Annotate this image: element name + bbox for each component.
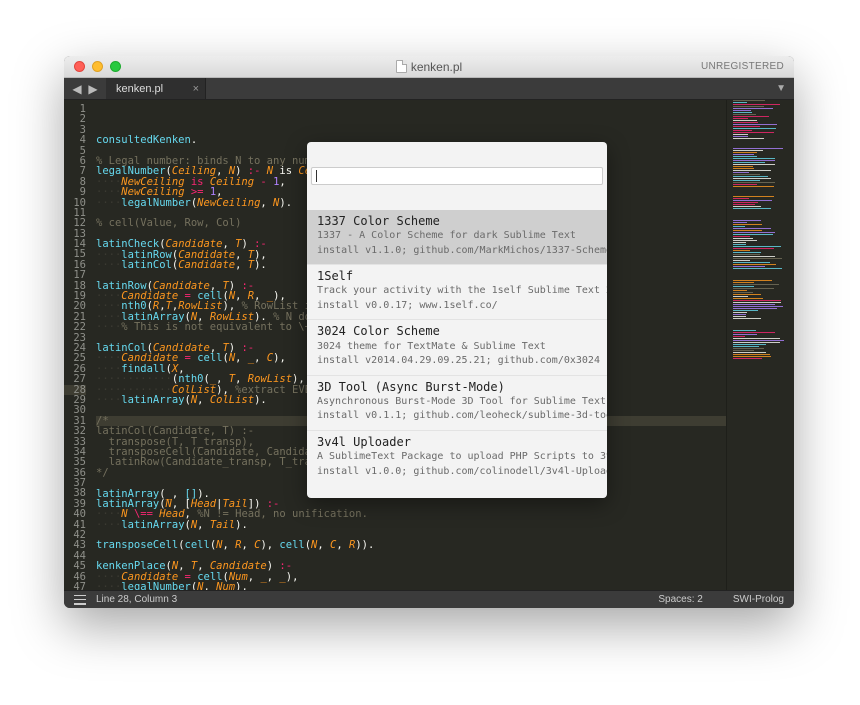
window-controls (74, 61, 121, 72)
unregistered-label: UNREGISTERED (701, 61, 784, 72)
minimize-window-button[interactable] (92, 61, 103, 72)
code-line[interactable]: ····legalNumber(N, Num), (96, 582, 726, 590)
palette-result-list: 1337 Color Scheme 1337 - A Color Scheme f… (307, 210, 607, 478)
code-line[interactable]: ····latinArray(N, Tail). (96, 520, 726, 530)
titlebar: kenken.pl UNREGISTERED (64, 56, 794, 78)
file-icon (396, 60, 407, 73)
palette-item-title: 3v4l Uploader (317, 437, 597, 447)
palette-item-install: install v2014.04.29.09.25.21; github.com… (317, 356, 597, 366)
palette-item-title: 3D Tool (Async Burst-Mode) (317, 382, 597, 392)
palette-item[interactable]: 3D Tool (Async Burst-Mode) Asynchronous B… (307, 376, 607, 431)
palette-item[interactable]: 3024 Color Scheme 3024 theme for TextMate… (307, 320, 607, 375)
text-caret (316, 170, 317, 182)
palette-item[interactable]: 3v4l Uploader A SublimeText Package to up… (307, 431, 607, 478)
palette-item-subtitle: A SublimeText Package to upload PHP Scri… (317, 450, 597, 464)
line-number: 9 (64, 187, 86, 197)
close-icon[interactable]: × (193, 83, 199, 95)
palette-item[interactable]: 1337 Color Scheme 1337 - A Color Scheme f… (307, 210, 607, 265)
line-number-gutter: 1234567891011121314151617181920212223242… (64, 100, 92, 590)
palette-item[interactable]: 1Self Track your activity with the 1self … (307, 265, 607, 320)
line-number: 32 (64, 426, 86, 436)
tab-dropdown-icon[interactable]: ▼ (776, 83, 786, 94)
indentation-indicator[interactable]: Spaces: 2 (658, 594, 702, 605)
palette-item-subtitle: Asynchronous Burst-Mode 3D Tool for Subl… (317, 395, 597, 409)
status-bar: Line 28, Column 3 Spaces: 2 SWI-Prolog (64, 590, 794, 608)
editor-area: 1234567891011121314151617181920212223242… (64, 100, 794, 590)
tab-label: kenken.pl (116, 83, 163, 95)
nav-back-button[interactable]: ◀ (70, 82, 84, 96)
syntax-indicator[interactable]: SWI-Prolog (733, 594, 784, 605)
line-number: 47 (64, 582, 86, 590)
nav-arrows: ◀ ▶ (64, 82, 106, 96)
panel-switcher-icon[interactable] (74, 595, 86, 605)
window-title-text: kenken.pl (411, 60, 462, 74)
palette-item-title: 1Self (317, 271, 597, 281)
zoom-window-button[interactable] (110, 61, 121, 72)
palette-item-title: 3024 Color Scheme (317, 326, 597, 336)
cursor-position[interactable]: Line 28, Column 3 (96, 594, 177, 605)
minimap[interactable] (726, 100, 794, 590)
palette-item-subtitle: Track your activity with the 1self Subli… (317, 284, 597, 298)
palette-item-subtitle: 1337 - A Color Scheme for dark Sublime T… (317, 229, 597, 243)
line-number: 4 (64, 135, 86, 145)
palette-item-install: install v1.1.0; github.com/MarkMichos/13… (317, 246, 597, 256)
palette-item-install: install v0.0.17; www.1self.co/ (317, 301, 597, 311)
palette-item-install: install v1.0.0; github.com/colinodell/3v… (317, 467, 597, 477)
window-title: kenken.pl (64, 60, 794, 74)
palette-item-subtitle: 3024 theme for TextMate & Sublime Text (317, 340, 597, 354)
code-editor[interactable]: 1337 Color Scheme 1337 - A Color Scheme f… (92, 100, 726, 590)
nav-forward-button[interactable]: ▶ (86, 82, 100, 96)
palette-item-title: 1337 Color Scheme (317, 216, 597, 226)
close-window-button[interactable] (74, 61, 85, 72)
tabbar: ◀ ▶ kenken.pl × ▼ (64, 78, 794, 100)
editor-window: kenken.pl UNREGISTERED ◀ ▶ kenken.pl × ▼… (64, 56, 794, 608)
line-number: 27 (64, 374, 86, 384)
tab-file[interactable]: kenken.pl × (106, 78, 206, 99)
code-line[interactable]: transposeCell(cell(N, R, C), cell(N, C, … (96, 540, 726, 550)
palette-item-install: install v0.1.1; github.com/leoheck/subli… (317, 411, 597, 421)
palette-search-input[interactable] (311, 167, 603, 185)
command-palette: 1337 Color Scheme 1337 - A Color Scheme f… (307, 142, 607, 498)
